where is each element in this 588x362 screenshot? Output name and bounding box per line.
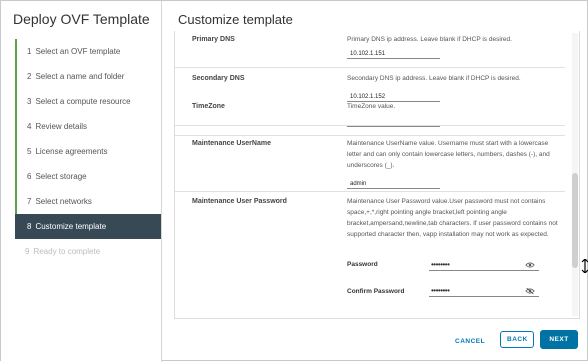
password-label: Password [347, 261, 378, 268]
step-number: 1 [27, 47, 32, 56]
step-label: License agreements [35, 147, 108, 156]
step-storage[interactable]: 6 Select storage [15, 164, 161, 189]
field-label: Maintenance UserName [192, 140, 271, 147]
step-label: Customize template [35, 222, 107, 231]
confirm-password-input[interactable]: •••••••• [429, 287, 539, 297]
row-timezone: TimeZone TimeZone value. [175, 95, 565, 136]
step-number: 9 [25, 247, 30, 256]
step-number: 6 [27, 172, 32, 181]
step-label: Select an OVF template [35, 47, 121, 56]
step-number: 4 [27, 122, 32, 131]
wizard-steps: 1 Select an OVF template 2 Select a name a… [15, 39, 161, 264]
step-number: 3 [27, 97, 32, 106]
step-license[interactable]: 5 License agreements [15, 139, 161, 164]
field-description: Maintenance User Password value.User pas… [347, 198, 558, 238]
timezone-input[interactable] [347, 117, 440, 127]
maint-username-input[interactable]: admin [347, 179, 440, 189]
password-input[interactable]: •••••••• [429, 261, 539, 271]
row-primary-dns: Primary DNS Primary DNS ip address. Leav… [175, 31, 565, 68]
step-networks[interactable]: 7 Select networks [15, 189, 161, 214]
back-button[interactable]: BACK [500, 331, 534, 348]
step-ready-to-complete: 9 Ready to complete [15, 239, 161, 264]
field-label: Secondary DNS [192, 75, 245, 82]
field-label: Maintenance User Password [192, 198, 287, 205]
step-number: 2 [27, 72, 32, 81]
next-button[interactable]: NEXT [540, 330, 578, 349]
eye-icon[interactable] [525, 261, 535, 269]
field-label: Primary DNS [192, 36, 235, 43]
field-description: Maintenance UserName value. Username mus… [347, 140, 550, 169]
page-title: Customize template [178, 12, 293, 27]
eye-slash-icon[interactable] [525, 287, 535, 295]
row-maint-password: Maintenance User Password Maintenance Us… [175, 191, 565, 318]
step-compute-resource[interactable]: 3 Select a compute resource [15, 89, 161, 114]
wizard-sidebar: Deploy OVF Template 1 Select an OVF templ… [1, 1, 162, 362]
main-panel: Customize template Primary DNS Primary D… [162, 1, 588, 362]
step-label: Select a name and folder [35, 72, 125, 81]
step-select-ovf[interactable]: 1 Select an OVF template [15, 39, 161, 64]
step-label: Select a compute resource [35, 97, 131, 106]
step-number: 5 [27, 147, 32, 156]
step-review-details[interactable]: 4 Review details [15, 114, 161, 139]
field-description: Primary DNS ip address. Leave blank if D… [347, 36, 512, 43]
cancel-button[interactable]: CANCEL [449, 333, 491, 349]
deploy-ovf-dialog: Deploy OVF Template 1 Select an OVF templ… [0, 0, 588, 362]
step-customize-template[interactable]: 8 Customize template [15, 214, 161, 239]
primary-dns-input[interactable]: 10.102.1.151 [347, 49, 440, 59]
row-maint-username: Maintenance UserName Maintenance UserNam… [175, 135, 565, 192]
field-description: TimeZone value. [347, 103, 396, 110]
cursor-icon [581, 259, 588, 273]
step-label: Ready to complete [33, 247, 101, 256]
field-label: TimeZone [192, 103, 225, 110]
template-properties-pane[interactable]: Primary DNS Primary DNS ip address. Leav… [174, 31, 580, 319]
wizard-title: Deploy OVF Template [13, 11, 150, 27]
field-description: Secondary DNS ip address. Leave blank if… [347, 75, 521, 82]
scrollbar-thumb[interactable] [572, 173, 578, 268]
step-label: Review details [35, 122, 88, 131]
step-number: 7 [27, 197, 32, 206]
step-name-folder[interactable]: 2 Select a name and folder [15, 64, 161, 89]
confirm-password-label: Confirm Password [347, 288, 405, 295]
step-label: Select storage [35, 172, 87, 181]
step-number: 8 [27, 222, 32, 231]
step-label: Select networks [35, 197, 92, 206]
